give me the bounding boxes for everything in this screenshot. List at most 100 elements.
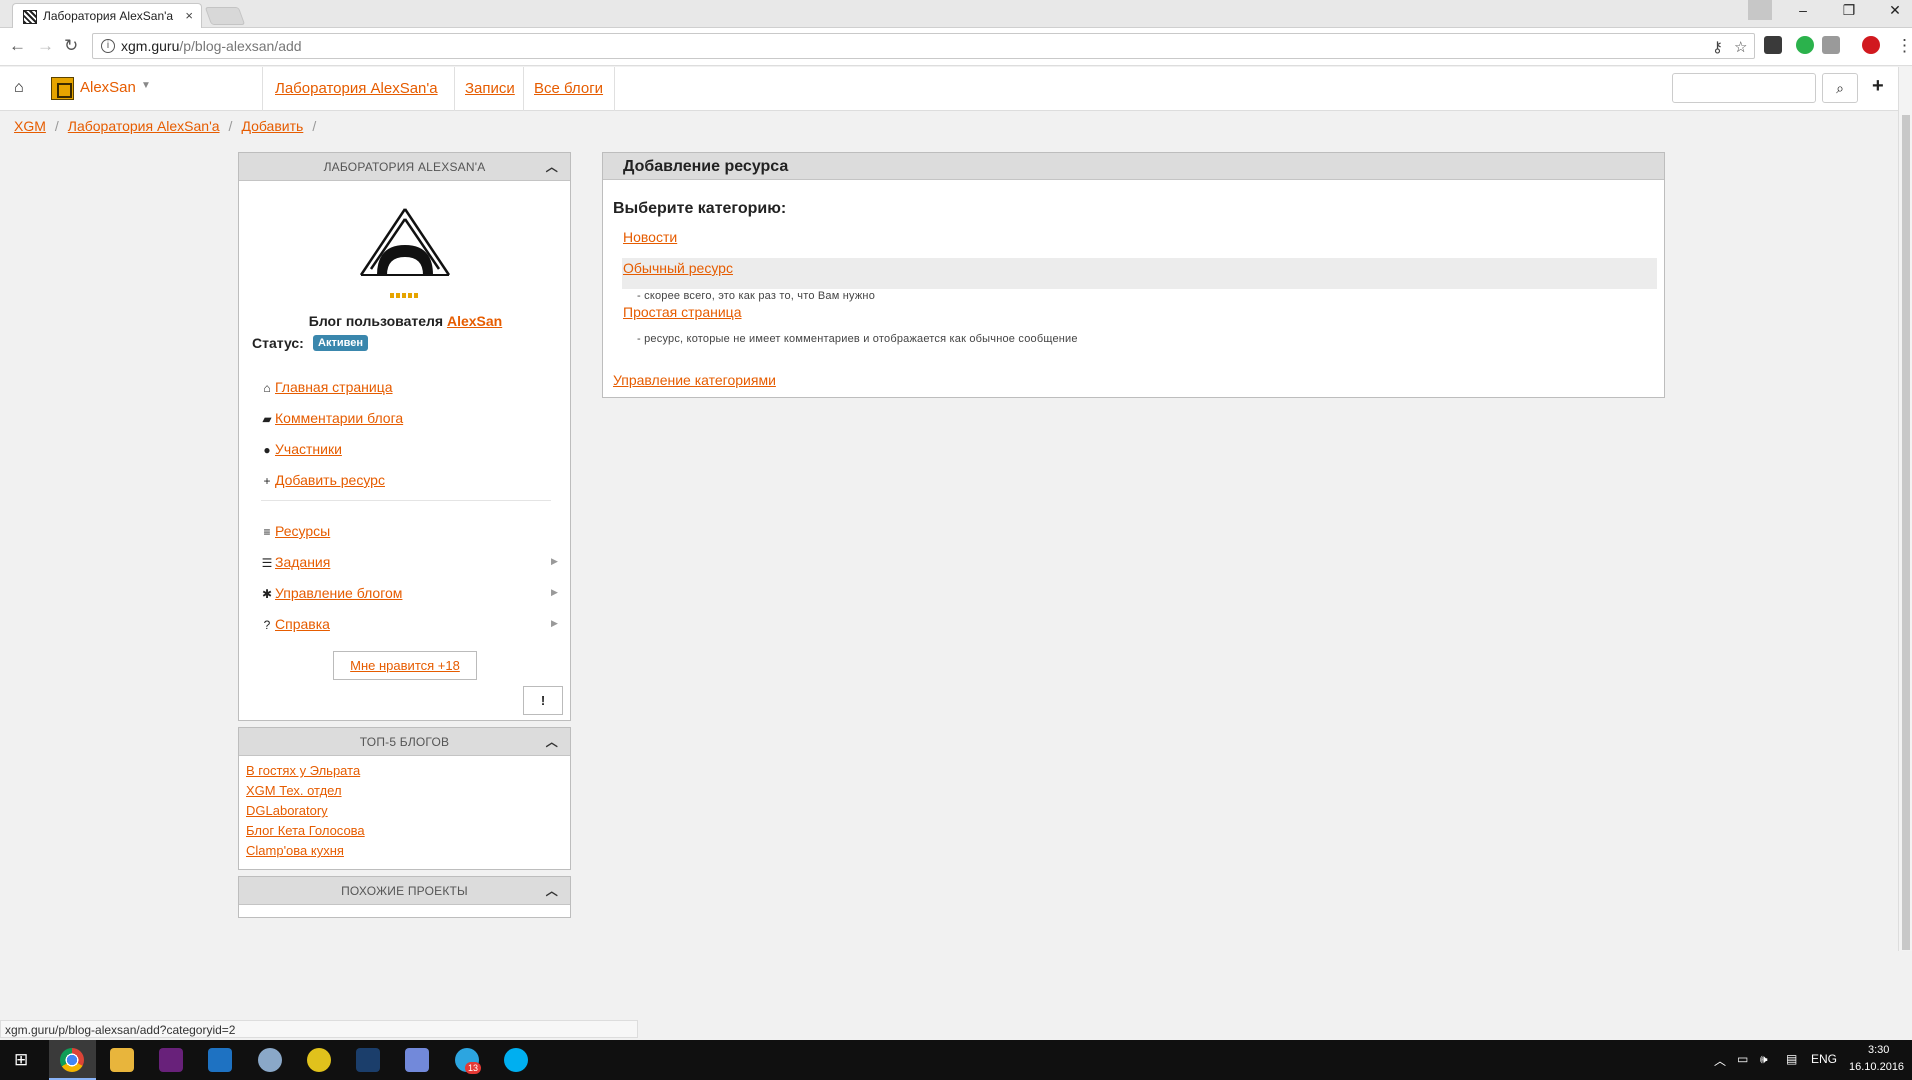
list-item[interactable]: Блог Кета Голосова: [246, 821, 570, 841]
profile-icon[interactable]: [1748, 0, 1772, 20]
blog-owner: Блог пользователя AlexSan: [239, 313, 572, 329]
bookmark-star-icon[interactable]: ☆: [1734, 38, 1747, 56]
key-icon[interactable]: ⚷: [1712, 38, 1723, 56]
new-tab-button[interactable]: [204, 7, 246, 25]
sidebar-item-home[interactable]: ⌂ Главная страница: [261, 379, 393, 395]
address-bar[interactable]: i xgm.guru/p/blog-alexsan/add ⚷ ☆: [92, 33, 1755, 59]
category-news-link[interactable]: Новости: [623, 229, 677, 245]
user-icon: ●: [263, 443, 271, 457]
browser-tab[interactable]: Лаборатория AlexSan'a ×: [12, 3, 202, 28]
panel-header[interactable]: ПОХОЖИЕ ПРОЕКТЫ ︿: [239, 877, 570, 905]
tab-close-icon[interactable]: ×: [185, 8, 193, 23]
minimize-icon[interactable]: –: [1780, 2, 1826, 26]
nav-item-all-blogs[interactable]: Все блоги: [523, 67, 615, 111]
sidebar-item-add-resource[interactable]: + Добавить ресурс: [261, 472, 385, 488]
volume-icon[interactable]: 🕪: [1760, 1052, 1768, 1067]
list-item[interactable]: Clamp'ова кухня: [246, 841, 570, 861]
sidebar-item-label[interactable]: Ресурсы: [275, 523, 330, 539]
like-button[interactable]: Мне нравится +18: [333, 651, 477, 680]
tray-chevron-icon[interactable]: ︿: [1714, 1052, 1726, 1069]
site-search-input[interactable]: [1672, 73, 1816, 103]
browser-toolbar: ← → ↻ i xgm.guru/p/blog-alexsan/add ⚷ ☆ …: [0, 28, 1912, 66]
user-menu-link[interactable]: AlexSan: [80, 79, 136, 96]
caret-right-icon: ▶: [551, 618, 558, 628]
sidebar-item-resources[interactable]: ≡ Ресурсы: [261, 523, 330, 539]
restore-icon[interactable]: ❐: [1826, 2, 1872, 26]
clock-time[interactable]: 3:30: [1868, 1044, 1889, 1056]
chevron-up-icon[interactable]: ︿: [546, 882, 558, 899]
list-item[interactable]: DGLaboratory: [246, 801, 570, 821]
nav-item-posts[interactable]: Записи: [454, 67, 523, 111]
browser-menu-icon[interactable]: ⋮: [1896, 36, 1912, 56]
app-icon[interactable]: [307, 1048, 331, 1072]
taskbar-item-chrome[interactable]: [49, 1040, 96, 1080]
vscode-icon[interactable]: [208, 1048, 232, 1072]
reload-icon[interactable]: ↻: [64, 36, 78, 56]
language-indicator[interactable]: ENG: [1811, 1052, 1837, 1066]
sidebar-item-label[interactable]: Справка: [275, 616, 330, 632]
nav-link-lab[interactable]: Лаборатория AlexSan'a: [275, 80, 438, 97]
choose-category-heading: Выберите категорию:: [613, 200, 787, 217]
rating-dots: [390, 293, 420, 298]
status-label: Статус:: [252, 335, 304, 351]
category-regular-link[interactable]: Обычный ресурс: [623, 260, 733, 276]
panel-header[interactable]: ТОП-5 БЛОГОВ ︿: [239, 728, 570, 756]
visual-studio-icon[interactable]: [159, 1048, 183, 1072]
report-button[interactable]: !: [523, 686, 563, 715]
app-icon[interactable]: [258, 1048, 282, 1072]
skype-icon[interactable]: [504, 1048, 528, 1072]
scrollbar-thumb[interactable]: [1902, 115, 1910, 950]
back-icon[interactable]: ←: [9, 36, 26, 56]
blog-owner-link[interactable]: AlexSan: [447, 313, 502, 329]
sidebar-item-label[interactable]: Добавить ресурс: [275, 472, 385, 488]
sidebar-item-help[interactable]: ? Справка ▶: [261, 616, 558, 632]
app-icon[interactable]: [356, 1048, 380, 1072]
panel-header[interactable]: ЛАБОРАТОРИЯ ALEXSAN'A ︿: [239, 153, 570, 181]
discord-icon[interactable]: [405, 1048, 429, 1072]
status-url-bubble: xgm.guru/p/blog-alexsan/add?categoryid=2: [0, 1020, 638, 1038]
manage-categories-link[interactable]: Управление категориями: [613, 372, 776, 388]
action-center-icon[interactable]: ▤: [1786, 1052, 1797, 1066]
user-avatar[interactable]: [51, 77, 74, 100]
search-icon[interactable]: ⌕: [1822, 73, 1858, 103]
window-close-icon[interactable]: ✕: [1872, 2, 1912, 26]
divider: [261, 500, 551, 501]
sidebar-item-label[interactable]: Комментарии блога: [275, 410, 403, 426]
home-icon: ⌂: [263, 381, 271, 395]
sidebar-item-label[interactable]: Управление блогом: [275, 585, 402, 601]
adblock-icon[interactable]: [1862, 36, 1880, 54]
list-item[interactable]: XGM Тех. отдел: [246, 781, 570, 801]
site-info-icon[interactable]: i: [101, 39, 115, 53]
breadcrumb-add[interactable]: Добавить: [241, 118, 303, 134]
caret-right-icon: ▶: [551, 587, 558, 597]
gear-icon: ✱: [261, 587, 273, 601]
chevron-up-icon[interactable]: ︿: [546, 733, 558, 750]
network-icon[interactable]: ▭: [1737, 1052, 1748, 1066]
sidebar-item-manage[interactable]: ✱ Управление блогом ▶: [261, 585, 558, 601]
sidebar-item-members[interactable]: ● Участники: [261, 441, 342, 457]
sidebar-item-label[interactable]: Главная страница: [275, 379, 393, 395]
list-item[interactable]: В гостях у Эльрата: [246, 761, 570, 781]
extension-icon[interactable]: [1796, 36, 1814, 54]
clock-date[interactable]: 16.10.2016: [1849, 1061, 1904, 1073]
add-menu-icon[interactable]: +: [1872, 75, 1884, 98]
sidebar-item-label[interactable]: Участники: [275, 441, 342, 457]
site-header: ⌂ AlexSan ▼ Лаборатория AlexSan'a Записи…: [0, 67, 1898, 111]
chevron-up-icon[interactable]: ︿: [546, 158, 558, 175]
forward-icon[interactable]: →: [37, 36, 54, 56]
nav-link-posts[interactable]: Записи: [465, 80, 515, 97]
caret-down-icon[interactable]: ▼: [141, 80, 151, 91]
breadcrumb-home[interactable]: XGM: [14, 118, 46, 134]
sidebar-item-tasks[interactable]: ☰ Задания ▶: [261, 554, 558, 570]
breadcrumb-blog[interactable]: Лаборатория AlexSan'a: [68, 118, 220, 134]
nav-link-all-blogs[interactable]: Все блоги: [534, 80, 603, 97]
category-simple-page-link[interactable]: Простая страница: [623, 304, 742, 320]
sidebar-item-comments[interactable]: ▰ Комментарии блога: [261, 410, 403, 426]
extension-icon[interactable]: [1822, 36, 1840, 54]
windows-start-icon[interactable]: ⊞: [14, 1050, 28, 1070]
sidebar-item-label[interactable]: Задания: [275, 554, 330, 570]
nav-item-lab[interactable]: Лаборатория AlexSan'a: [262, 67, 454, 111]
home-icon[interactable]: ⌂: [14, 79, 24, 97]
file-explorer-icon[interactable]: [110, 1048, 134, 1072]
extension-icon[interactable]: [1764, 36, 1782, 54]
